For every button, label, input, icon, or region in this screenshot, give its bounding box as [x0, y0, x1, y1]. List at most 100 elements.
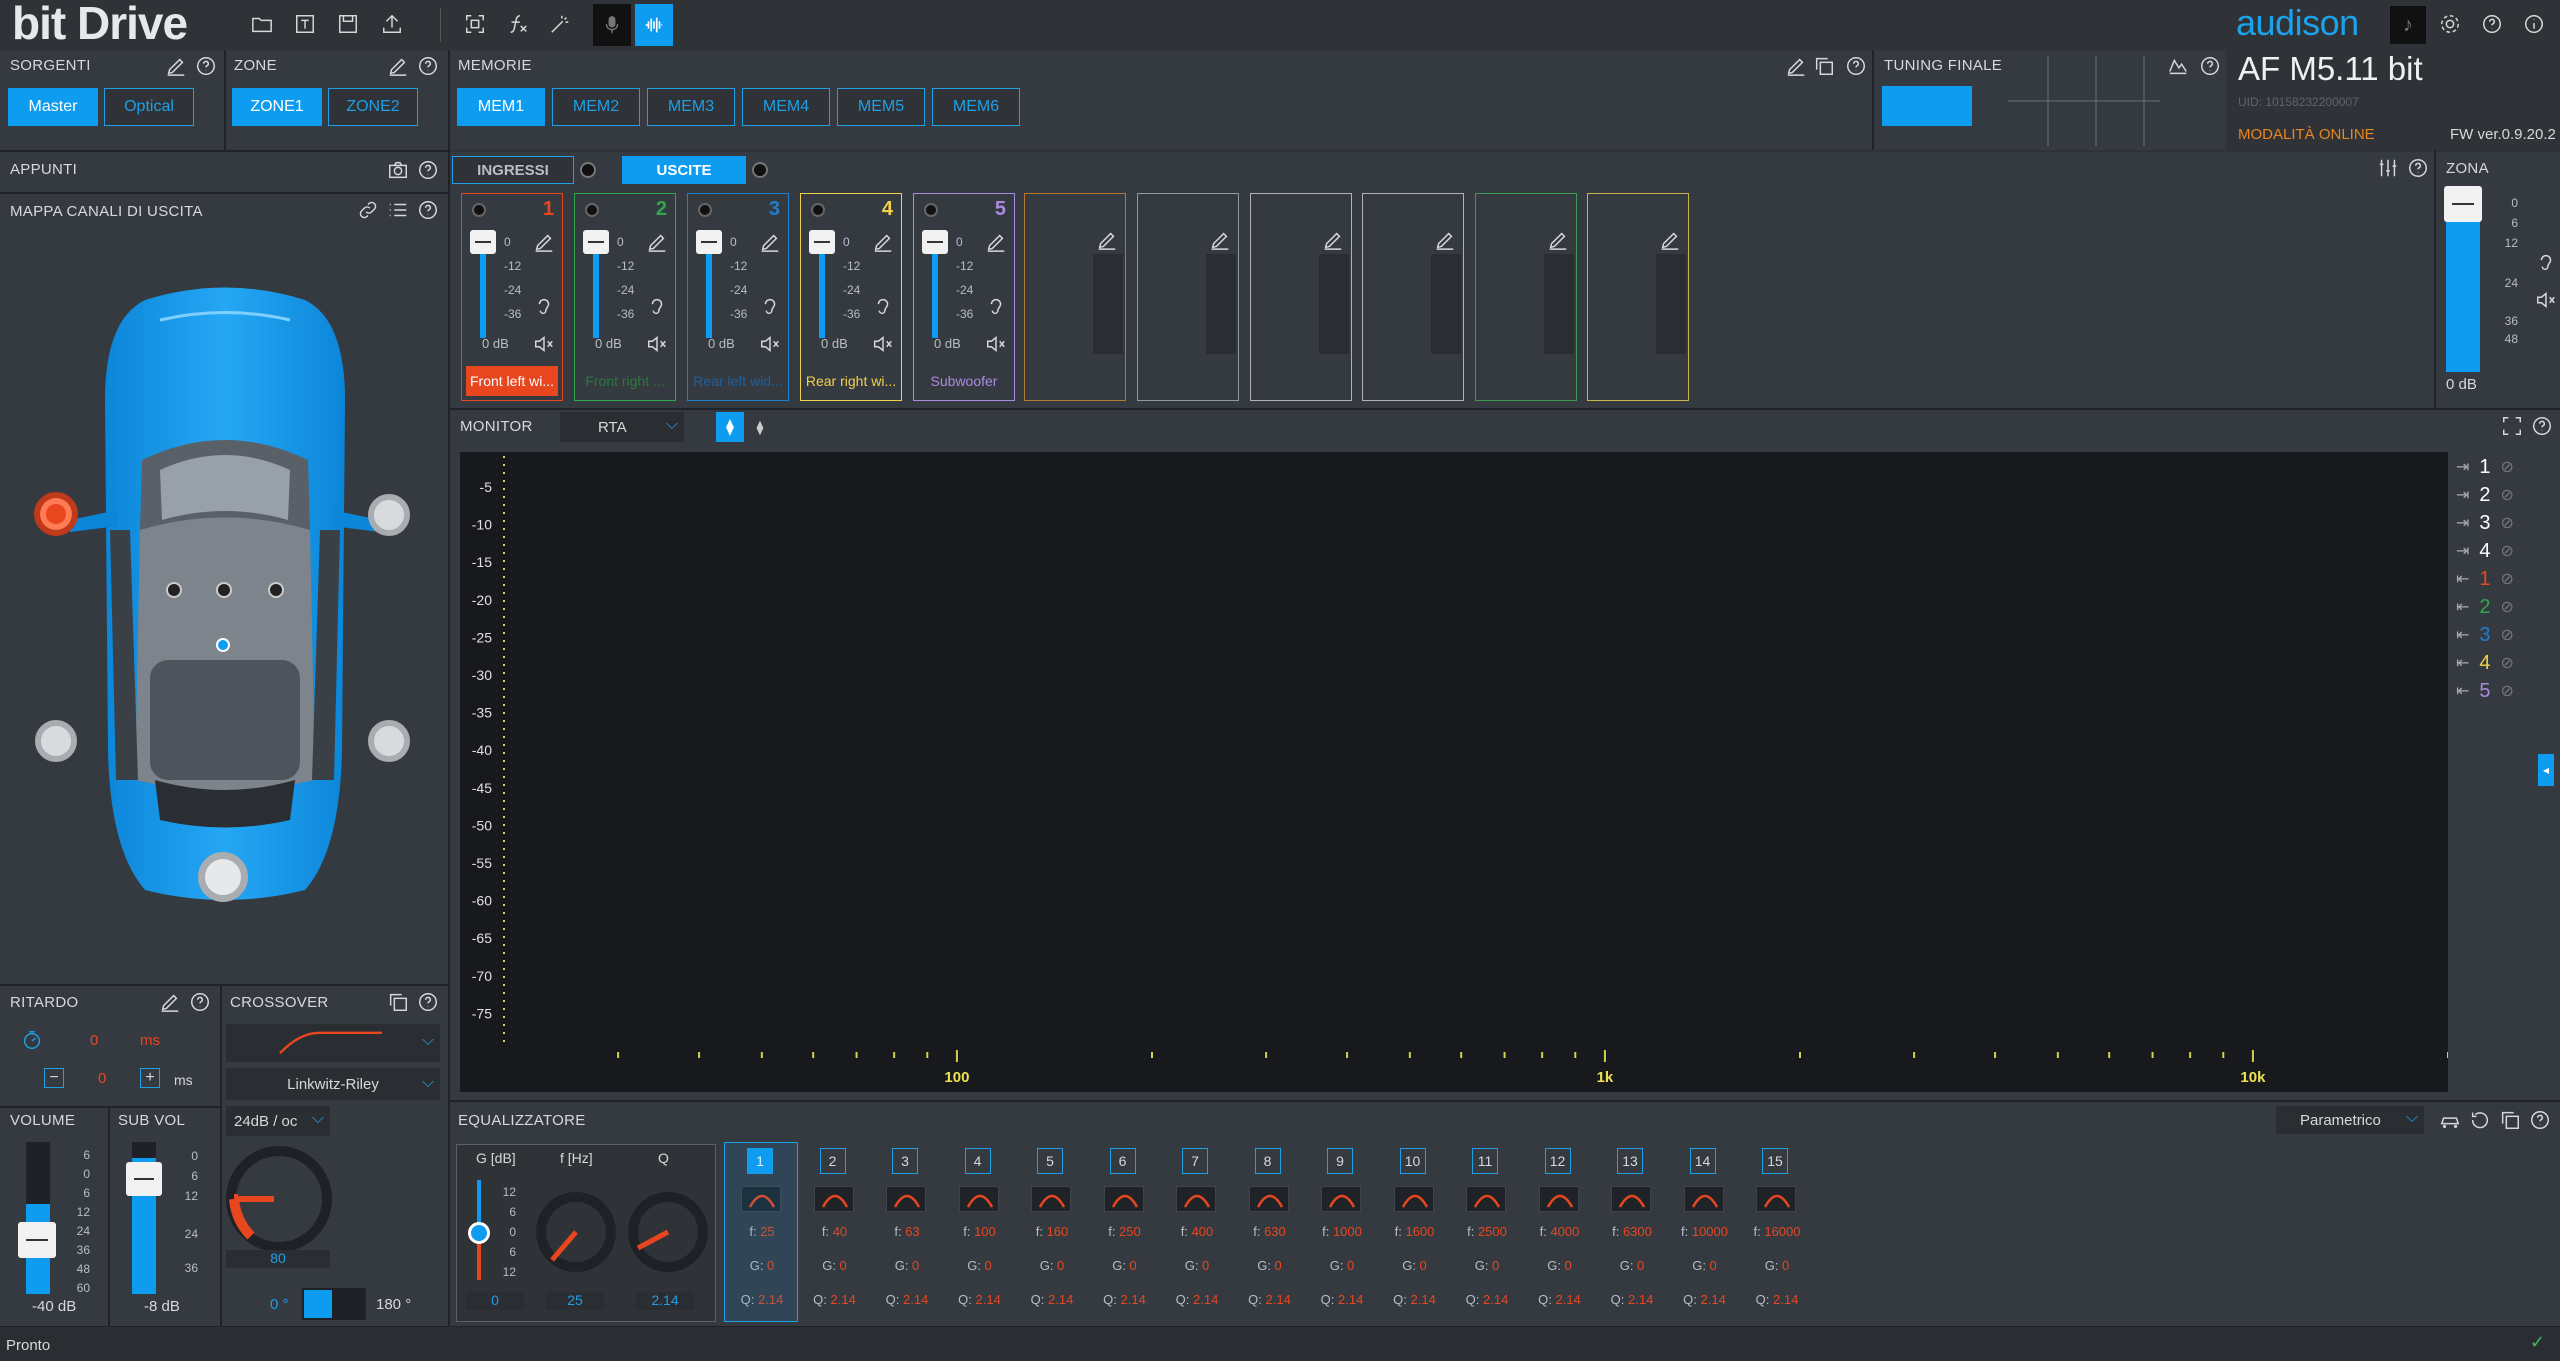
visibility-off-icon[interactable]: ⊘	[2501, 541, 2514, 561]
memorie-edit-icon[interactable]	[1784, 54, 1808, 78]
empty-channel-slot[interactable]	[1475, 193, 1577, 401]
info-icon[interactable]	[2522, 12, 2546, 36]
memorie-copy-icon[interactable]	[1812, 54, 1836, 78]
legend-collapse-button[interactable]: ◂	[2538, 754, 2554, 786]
sorgenti-edit-icon[interactable]	[164, 54, 188, 78]
eq-freq-value[interactable]: 25	[546, 1292, 604, 1310]
eq-band-number[interactable]: 2	[819, 1148, 846, 1174]
source-master-button[interactable]: Master	[8, 88, 98, 126]
legend-input-2[interactable]: ⇥ 2 ⊘	[2456, 482, 2514, 508]
empty-channel-slot[interactable]	[1137, 193, 1239, 401]
eq-band-3[interactable]: 3 f: 63 G: 0 Q: 2.14	[877, 1148, 937, 1318]
eq-band-number[interactable]: 15	[1762, 1148, 1788, 1174]
output-channel-5[interactable]: 5 0 -12 -24 -36 0 dB Subwoofer	[913, 193, 1015, 401]
mem1-button[interactable]: MEM1	[457, 88, 545, 126]
eq-band-14[interactable]: 14 f: 10000 G: 0 Q: 2.14	[1675, 1148, 1735, 1318]
delay-decrease-button[interactable]: −	[44, 1068, 64, 1088]
filter-shape-select[interactable]: ⌵	[226, 1024, 440, 1062]
eq-q-value[interactable]: 2.14	[636, 1292, 694, 1310]
channel-name[interactable]: Subwoofer	[918, 366, 1010, 396]
peak-filter-icon[interactable]	[1031, 1186, 1071, 1212]
edit-icon[interactable]	[758, 230, 782, 254]
folder-icon[interactable]	[250, 12, 274, 36]
ear-icon[interactable]	[871, 294, 895, 318]
edit-icon[interactable]	[984, 230, 1008, 254]
mem6-button[interactable]: MEM6	[932, 88, 1020, 126]
fullscreen-icon[interactable]	[2500, 414, 2524, 438]
eq-band-number[interactable]: 5	[1037, 1148, 1063, 1174]
channel-name[interactable]: Front right ...	[579, 366, 671, 396]
channel-name[interactable]: Rear left wid...	[692, 366, 784, 396]
eq-band-number[interactable]: 4	[964, 1148, 991, 1174]
delay-increase-button[interactable]: +	[140, 1068, 160, 1088]
subvol-thumb[interactable]	[126, 1162, 162, 1196]
peak-filter-icon[interactable]	[813, 1186, 854, 1212]
mute-icon[interactable]	[984, 332, 1008, 356]
volume-track[interactable]	[26, 1142, 50, 1294]
eq-band-number[interactable]: 12	[1544, 1148, 1571, 1174]
peak-filter-icon[interactable]	[1611, 1186, 1651, 1212]
channel-name[interactable]: Front left wi...	[466, 366, 558, 396]
output-channel-2[interactable]: 2 0 -12 -24 -36 0 dB Front right ...	[574, 193, 676, 401]
speaker-subwoofer[interactable]	[198, 852, 248, 902]
appunti-help-icon[interactable]	[416, 158, 440, 182]
tuning-finale-button[interactable]	[1882, 86, 1972, 126]
phase-toggle[interactable]	[302, 1288, 366, 1320]
delay-value[interactable]: 0	[90, 1032, 98, 1049]
monitor-cursor-button[interactable]: ⧫	[716, 412, 744, 442]
tab-ingressi[interactable]: INGRESSI	[452, 156, 574, 184]
eq-band-7[interactable]: 7 f: 400 G: 0 Q: 2.14	[1167, 1148, 1227, 1318]
ritardo-edit-icon[interactable]	[158, 990, 182, 1014]
mem5-button[interactable]: MEM5	[837, 88, 925, 126]
speaker-rear-left[interactable]	[35, 720, 77, 762]
eq-mode-select[interactable]: Parametrico ⌵	[2276, 1106, 2424, 1134]
rta-wave-button[interactable]	[635, 4, 673, 46]
eq-band-number[interactable]: 7	[1182, 1148, 1208, 1174]
visibility-off-icon[interactable]: ⊘	[2501, 653, 2514, 673]
speaker-rear-right[interactable]	[368, 720, 410, 762]
monitor-help-icon[interactable]	[2530, 414, 2554, 438]
mute-icon[interactable]	[758, 332, 782, 356]
eq-band-number[interactable]: 9	[1327, 1148, 1353, 1174]
empty-channel-slot[interactable]	[1362, 193, 1464, 401]
eq-help-icon[interactable]	[2528, 1108, 2552, 1132]
channel-fader-thumb[interactable]	[809, 230, 835, 254]
monitor-mode-select[interactable]: RTA ⌵	[560, 412, 684, 442]
peak-filter-icon[interactable]	[1393, 1186, 1434, 1212]
empty-channel-slot[interactable]	[1587, 193, 1689, 401]
speaker-center-2[interactable]	[216, 582, 232, 598]
channel-fader-thumb[interactable]	[470, 230, 496, 254]
mute-icon[interactable]	[532, 332, 556, 356]
tuning-help-icon[interactable]	[2198, 54, 2222, 78]
speaker-front-left[interactable]	[34, 492, 78, 536]
empty-channel-slot[interactable]	[1024, 193, 1126, 401]
mappa-help-icon[interactable]	[416, 198, 440, 222]
eq-band-2[interactable]: 2 f: 40 G: 0 Q: 2.14	[805, 1148, 865, 1318]
listening-position[interactable]	[216, 638, 230, 652]
mem3-button[interactable]: MEM3	[647, 88, 735, 126]
peak-filter-icon[interactable]	[1683, 1186, 1724, 1212]
eq-band-5[interactable]: 5 f: 160 G: 0 Q: 2.14	[1022, 1148, 1082, 1318]
legend-output-3[interactable]: ⇤ 3 ⊘	[2456, 622, 2514, 648]
mixer-icon[interactable]	[2376, 156, 2400, 180]
ear-icon[interactable]	[645, 294, 669, 318]
eq-gain-value[interactable]: 0	[466, 1292, 524, 1310]
visibility-off-icon[interactable]: ⊘	[2501, 597, 2514, 617]
legend-output-2[interactable]: ⇤ 2 ⊘	[2456, 594, 2514, 620]
edit-icon[interactable]	[1095, 228, 1119, 252]
legend-input-4[interactable]: ⇥ 4 ⊘	[2456, 538, 2514, 564]
edit-icon[interactable]	[1546, 228, 1570, 252]
output-channel-1[interactable]: 1 0 -12 -24 -36 0 dB Front left wi...	[461, 193, 563, 401]
slope-select[interactable]: 24dB / oc ⌵	[226, 1106, 330, 1136]
edit-icon[interactable]	[871, 230, 895, 254]
tab-uscite[interactable]: USCITE	[622, 156, 746, 184]
tuning-curve-icon[interactable]	[2166, 54, 2190, 78]
camera-icon[interactable]	[386, 158, 410, 182]
edit-icon[interactable]	[532, 230, 556, 254]
list-icon[interactable]	[386, 198, 410, 222]
ear-icon[interactable]	[532, 294, 556, 318]
eq-band-15[interactable]: 15 f: 16000 G: 0 Q: 2.14	[1747, 1148, 1807, 1318]
edit-icon[interactable]	[1321, 228, 1345, 252]
peak-filter-icon[interactable]	[1756, 1186, 1796, 1212]
eq-band-number[interactable]: 14	[1689, 1148, 1716, 1174]
